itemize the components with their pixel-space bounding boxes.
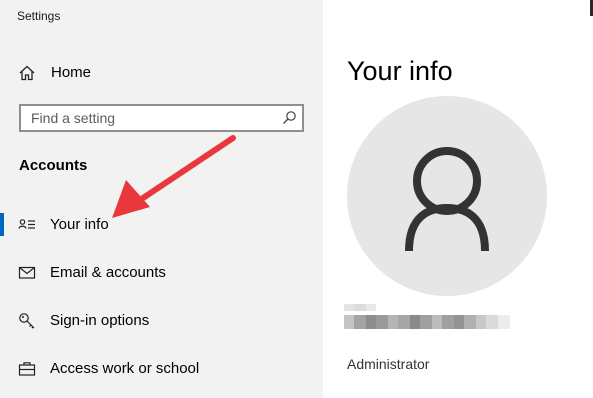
- page-title: Your info: [347, 56, 453, 86]
- sidebar: Settings Home Accounts: [0, 0, 323, 398]
- person-card-icon: [18, 219, 35, 229]
- sidebar-item-label: Sign-in options: [50, 312, 150, 329]
- sidebar-item-your-info[interactable]: Your info: [0, 205, 323, 245]
- briefcase-icon: [18, 362, 36, 376]
- search-box: [19, 104, 304, 132]
- home-icon: [19, 65, 35, 81]
- sidebar-item-label: Your info: [50, 216, 109, 233]
- user-silhouette-icon: [405, 147, 489, 252]
- main-content: Your info Administrator: [323, 0, 593, 398]
- mail-icon: [18, 266, 36, 279]
- sidebar-item-access-work-school[interactable]: Access work or school: [0, 349, 323, 389]
- search-input[interactable]: [21, 106, 276, 130]
- section-heading-accounts: Accounts: [19, 157, 88, 174]
- sidebar-item-sign-in-options[interactable]: Sign-in options: [0, 301, 323, 341]
- sidebar-item-email-accounts[interactable]: Email & accounts: [0, 253, 323, 293]
- sidebar-item-label: Email & accounts: [50, 264, 166, 281]
- sidebar-item-home[interactable]: Home: [0, 56, 323, 90]
- account-type-label: Administrator: [347, 356, 430, 372]
- settings-window: Settings Home Accounts: [0, 0, 593, 398]
- selected-indicator: [0, 213, 4, 236]
- avatar: [347, 96, 547, 296]
- search-icon[interactable]: [281, 110, 297, 126]
- redacted-username: [344, 301, 514, 331]
- sidebar-item-label: Access work or school: [50, 360, 200, 377]
- key-icon: [19, 313, 35, 329]
- window-title: Settings: [17, 9, 61, 23]
- sidebar-item-label: Home: [51, 64, 92, 81]
